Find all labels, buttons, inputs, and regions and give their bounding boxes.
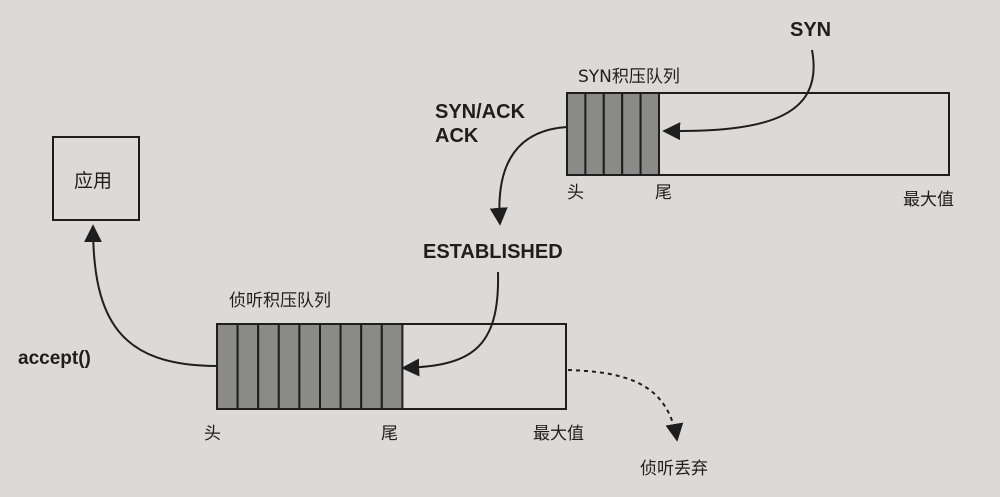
accept-arrow	[84, 224, 218, 367]
listen-queue-slot	[257, 323, 280, 410]
syn-label: SYN	[790, 19, 831, 41]
syn-queue-slot	[566, 92, 587, 176]
syn-queue-slots	[566, 92, 660, 176]
syn-head-label: 头	[567, 183, 584, 203]
listen-queue-title: 侦听积压队列	[229, 291, 331, 311]
listen-queue-slot	[277, 323, 301, 410]
syn-queue-title: SYN积压队列	[578, 67, 680, 87]
synack-label: SYN/ACK	[435, 101, 526, 123]
syn-queue-slot	[639, 92, 660, 176]
listen-queue-slot	[339, 323, 363, 410]
listen-queue-slot	[236, 323, 260, 410]
listen-drop-arrow	[567, 369, 684, 442]
listen-queue-slots	[216, 323, 404, 410]
listen-queue-slot	[216, 323, 239, 410]
syn-queue-slot	[584, 92, 605, 176]
established-label: ESTABLISHED	[423, 241, 563, 263]
listen-queue-slot	[380, 323, 404, 410]
established-arrow	[401, 271, 500, 377]
syn-queue-slot	[602, 92, 624, 176]
diagram-canvas: SYN积压队列 头 尾 最大值 SYN SYN/ACK ACK ESTABLIS…	[0, 0, 1000, 497]
syn-tail-label: 尾	[655, 183, 672, 203]
listen-max-label: 最大值	[533, 424, 584, 444]
listen-head-label: 头	[204, 424, 221, 444]
synack-arrow	[489, 126, 568, 226]
accept-label: accept()	[18, 348, 91, 369]
listen-queue-slot	[319, 323, 342, 410]
listen-queue-slot	[298, 323, 321, 410]
listen-tail-label: 尾	[381, 424, 398, 444]
ack-label: ACK	[435, 125, 479, 147]
app-label: 应用	[74, 170, 112, 192]
listen-drop-label: 侦听丢弃	[640, 459, 708, 479]
tcp-backlog-diagram: SYN积压队列 头 尾 最大值 SYN SYN/ACK ACK ESTABLIS…	[18, 19, 954, 479]
syn-queue-slot	[621, 92, 642, 176]
syn-arrow	[662, 49, 815, 141]
listen-queue-slot	[360, 323, 383, 410]
syn-max-label: 最大值	[903, 190, 954, 210]
